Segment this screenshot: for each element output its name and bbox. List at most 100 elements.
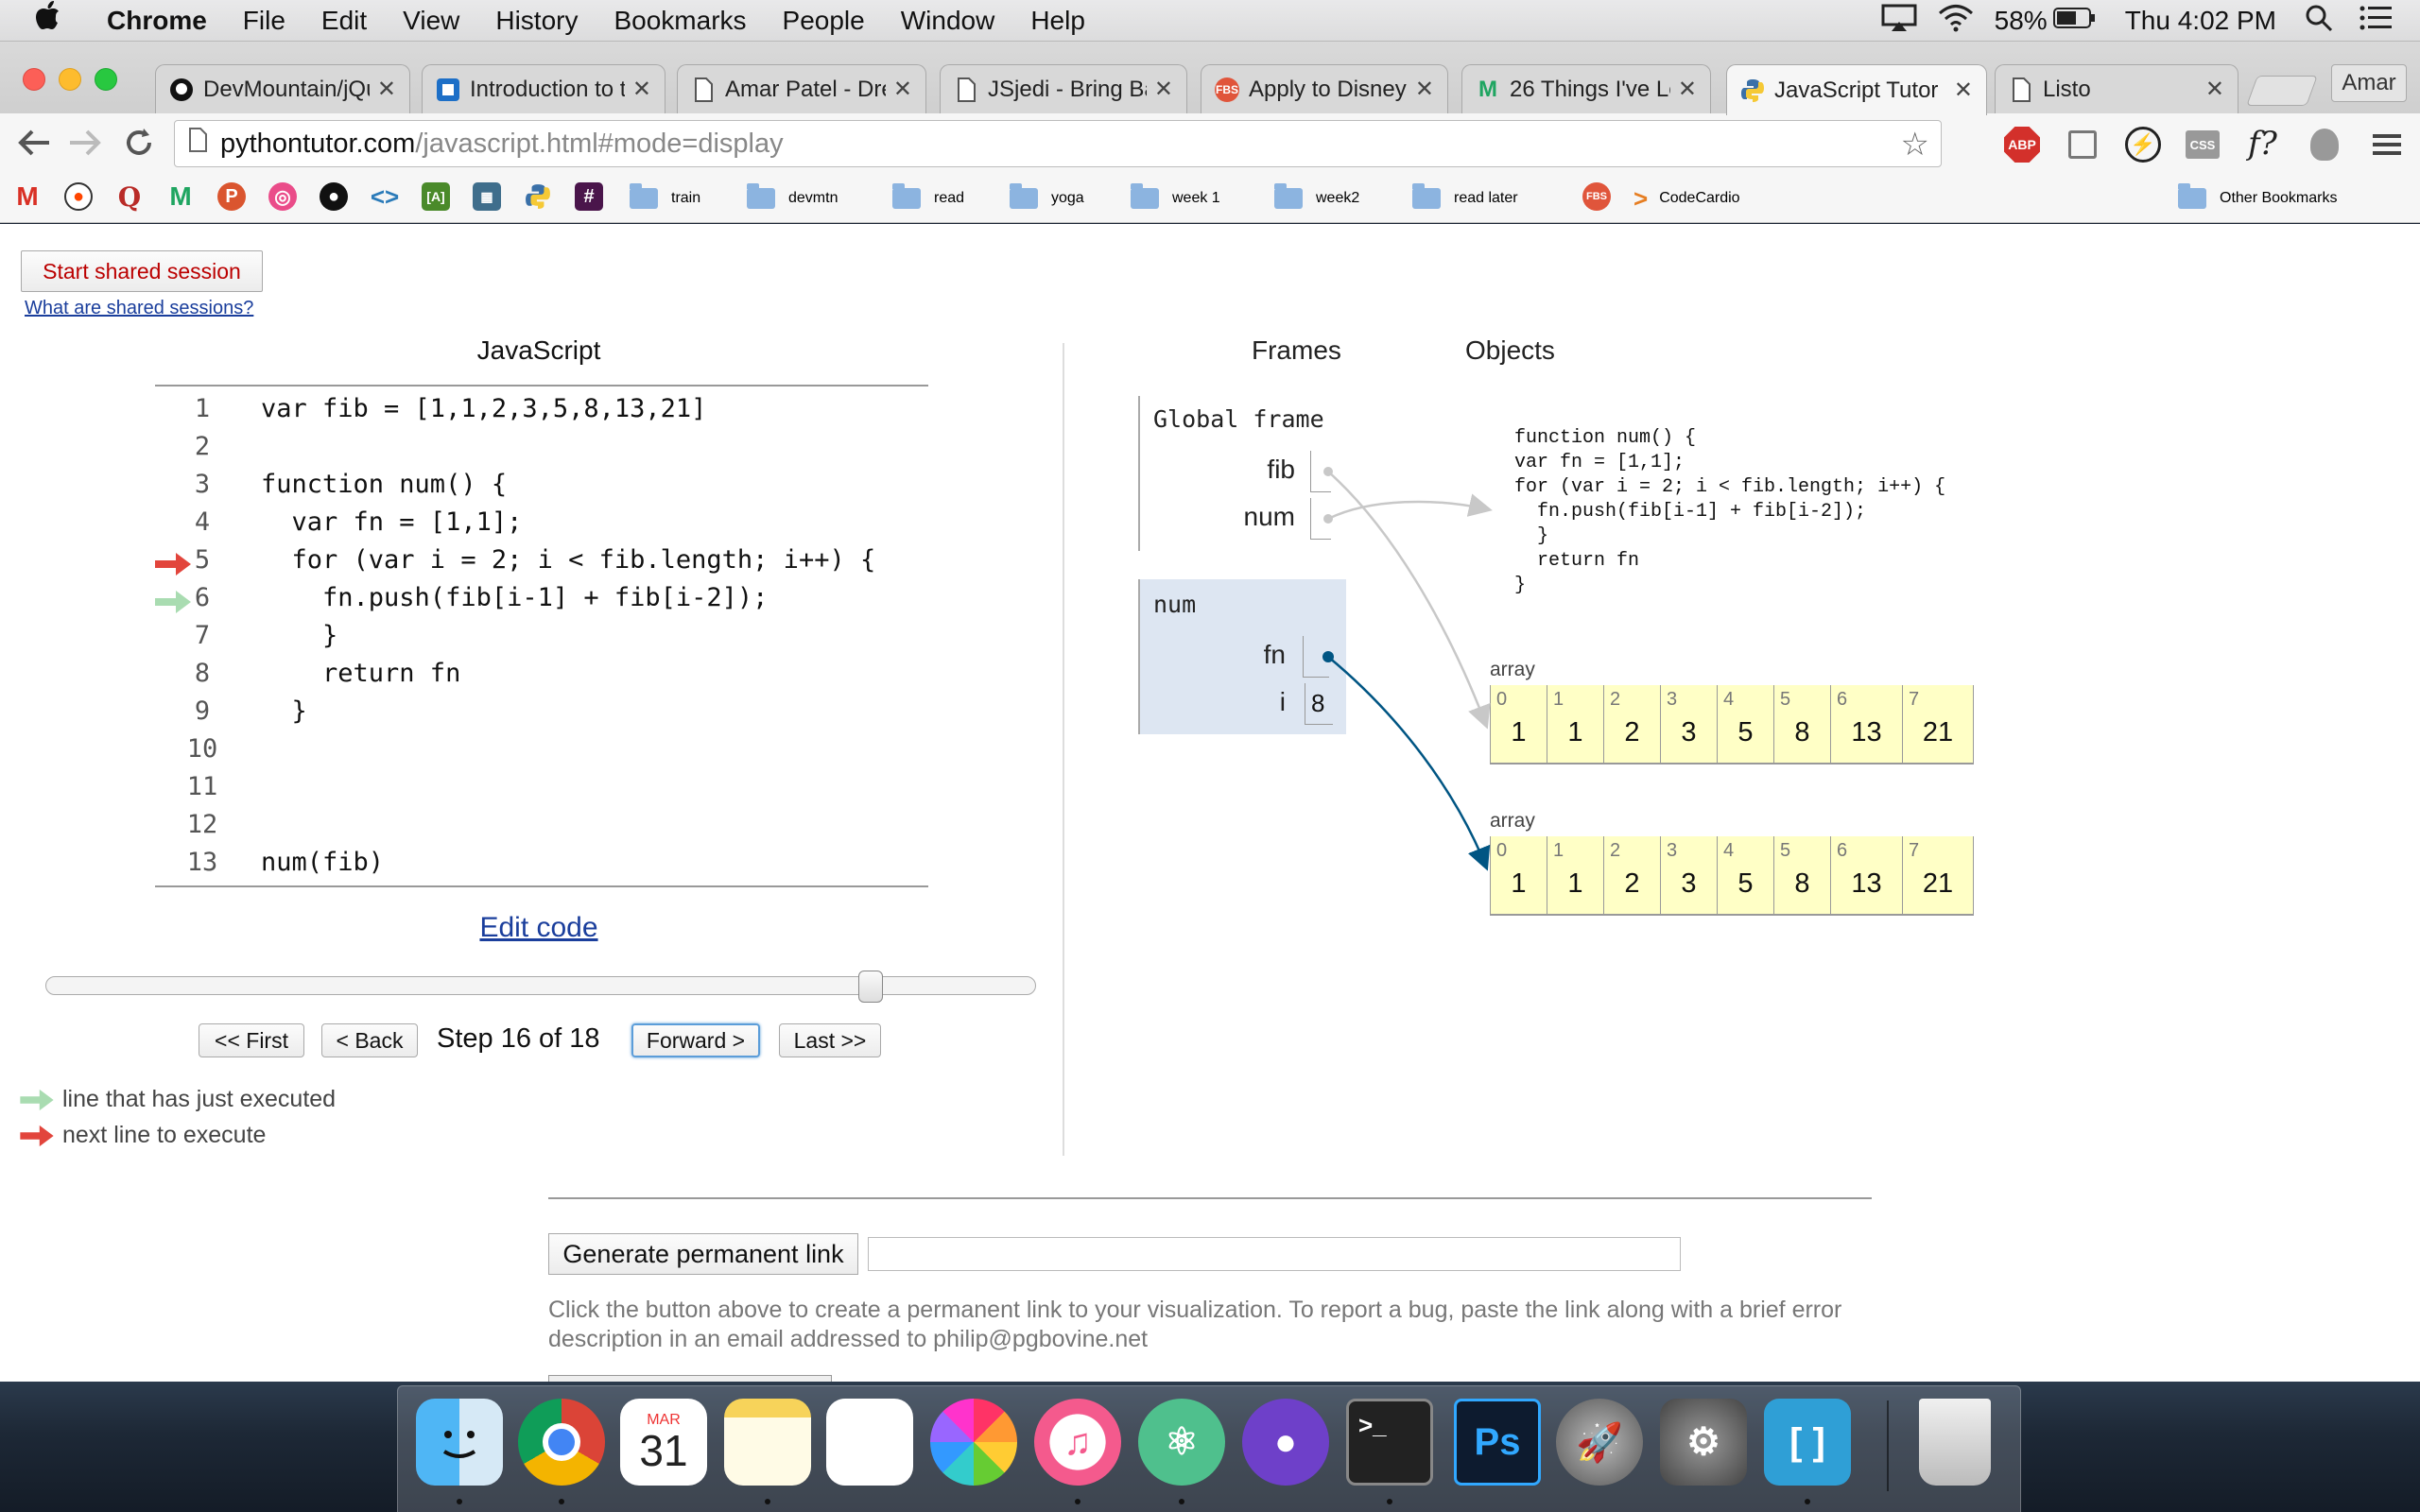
bookmark-folder-devmtn[interactable]: devmtn <box>747 181 838 215</box>
dock-running-indicator <box>1075 1499 1080 1504</box>
new-tab-button[interactable] <box>2246 76 2318 106</box>
photos-icon[interactable] <box>930 1399 1017 1486</box>
notes-icon[interactable] <box>724 1399 811 1486</box>
bookmark-folder-yoga[interactable]: yoga <box>1010 181 1084 215</box>
close-window-button[interactable] <box>23 68 45 91</box>
back-arrow-icon[interactable] <box>17 127 51 163</box>
close-tab-icon[interactable]: ✕ <box>1154 76 1173 103</box>
page-icon <box>188 128 207 160</box>
whatfont-icon[interactable]: f? <box>2248 125 2277 163</box>
menu-bookmarks[interactable]: Bookmarks <box>596 0 764 42</box>
close-tab-icon[interactable]: ✕ <box>1954 77 1973 104</box>
tab-26-things[interactable]: M 26 Things I've Le ✕ <box>1461 64 1711 113</box>
airplay-icon[interactable] <box>1881 4 1919 39</box>
wifi-icon[interactable] <box>1938 4 1976 39</box>
folder-icon <box>747 183 775 209</box>
other-bookmarks[interactable]: Other Bookmarks <box>2178 181 2337 215</box>
medium-bookmark-icon[interactable]: M <box>166 181 195 211</box>
tab-jsjedi[interactable]: JSjedi - Bring Ba ✕ <box>940 64 1187 113</box>
atom-icon[interactable]: ⚛ <box>1138 1399 1225 1486</box>
apple-icon[interactable] <box>0 0 89 42</box>
chrome-icon[interactable] <box>518 1399 605 1486</box>
folder-icon <box>1412 183 1441 209</box>
clock[interactable]: Thu 4:02 PM <box>2125 0 2305 42</box>
extension-bolt-icon[interactable]: ⚡ <box>2125 127 2161 163</box>
generate-permanent-link-button[interactable]: Generate permanent link <box>548 1233 858 1275</box>
tab-apply-disney[interactable]: FBS Apply to Disney ✕ <box>1201 64 1448 113</box>
bookmark-star-icon[interactable]: ☆ <box>1901 129 1929 161</box>
bookmark-folder-read-later[interactable]: read later <box>1412 181 1518 215</box>
terminal-icon[interactable]: >_ <box>1346 1399 1433 1486</box>
gmail-icon[interactable]: M <box>13 181 42 211</box>
tab-introduction[interactable]: Introduction to th ✕ <box>422 64 666 113</box>
fbs-icon: FBS <box>1215 77 1239 102</box>
close-tab-icon[interactable]: ✕ <box>1678 76 1697 103</box>
python-bookmark-icon[interactable] <box>524 182 552 211</box>
close-tab-icon[interactable]: ✕ <box>2205 76 2224 103</box>
github-bookmark-icon[interactable]: ● <box>320 182 348 211</box>
spotlight-search-icon[interactable] <box>2305 4 2333 39</box>
tab-title: DevMountain/jQu <box>203 76 370 102</box>
dock-separator <box>1887 1400 1889 1491</box>
producthunt-icon[interactable]: P <box>217 182 246 211</box>
reload-icon[interactable] <box>123 127 155 163</box>
github-desktop-icon[interactable]: ● <box>1242 1399 1329 1486</box>
tab-devmountain[interactable]: DevMountain/jQu ✕ <box>155 64 410 113</box>
finder-icon[interactable] <box>416 1399 503 1486</box>
bookmark-codecardio[interactable]: > CodeCardio <box>1634 181 1740 215</box>
photoshop-icon[interactable]: Ps <box>1454 1399 1541 1486</box>
profile-button[interactable]: Amar <box>2331 64 2407 102</box>
menu-view[interactable]: View <box>385 0 477 42</box>
atom-bookmark-icon[interactable]: [A] <box>422 182 450 211</box>
address-bar[interactable]: pythontutor.com/javascript.html#mode=dis… <box>174 120 1942 167</box>
bookmark-folder-train[interactable]: train <box>630 181 700 215</box>
menu-file[interactable]: File <box>225 0 303 42</box>
itunes-icon[interactable]: ♫ <box>1034 1399 1121 1486</box>
dock-running-indicator <box>1179 1499 1184 1504</box>
brackets-icon[interactable]: [ ] <box>1764 1399 1851 1486</box>
menu-bar: Chrome File Edit View History Bookmarks … <box>0 0 2420 42</box>
menu-people[interactable]: People <box>765 0 883 42</box>
extension-copy-icon[interactable] <box>2068 130 2097 159</box>
bookmark-folder-week2[interactable]: week2 <box>1274 181 1359 215</box>
notification-center-icon[interactable] <box>2360 5 2392 38</box>
calendar-icon[interactable]: MAR 31 <box>620 1399 707 1486</box>
dribbble-icon[interactable]: ◎ <box>268 182 297 211</box>
bookmark-folder-week1[interactable]: week 1 <box>1131 181 1220 215</box>
launchpad-icon[interactable]: 🚀 <box>1556 1399 1643 1486</box>
menu-edit[interactable]: Edit <box>303 0 385 42</box>
blocks-bookmark-icon[interactable]: ▦ <box>473 182 501 211</box>
menu-window[interactable]: Window <box>883 0 1013 42</box>
close-tab-icon[interactable]: ✕ <box>632 76 651 103</box>
permalink-url-field[interactable] <box>868 1237 1681 1271</box>
bookmark-folder-read[interactable]: read <box>892 181 964 215</box>
bug-extension-icon[interactable] <box>2310 129 2339 161</box>
close-tab-icon[interactable]: ✕ <box>377 76 396 103</box>
reddit-icon[interactable]: ● <box>64 182 93 211</box>
bookmark-label: yoga <box>1051 190 1084 206</box>
chrome-menu-icon[interactable] <box>2373 132 2401 162</box>
forward-arrow-icon[interactable] <box>68 127 102 163</box>
battery-icon[interactable] <box>2052 6 2097 36</box>
menu-help[interactable]: Help <box>1012 0 1103 42</box>
code-bookmark-icon[interactable]: <> <box>371 182 399 211</box>
folder-icon <box>892 183 921 209</box>
system-preferences-icon[interactable]: ⚙ <box>1660 1399 1747 1486</box>
close-tab-icon[interactable]: ✕ <box>1415 76 1434 103</box>
tab-amar-patel[interactable]: Amar Patel - Drea ✕ <box>677 64 926 113</box>
quora-icon[interactable]: Q <box>115 181 144 213</box>
css-extension-icon[interactable]: CSS <box>2186 130 2220 159</box>
zoom-window-button[interactable] <box>95 68 117 91</box>
reminders-icon[interactable] <box>826 1399 913 1486</box>
fbs-bookmark-icon[interactable]: FBS <box>1582 182 1611 211</box>
python-icon <box>1740 78 1765 103</box>
trash-icon[interactable] <box>1919 1399 1991 1486</box>
folder-icon <box>1131 183 1159 209</box>
tab-javascript-tutor[interactable]: JavaScript Tutor ✕ <box>1726 64 1987 115</box>
tab-listo[interactable]: Listo ✕ <box>1995 64 2238 113</box>
minimize-window-button[interactable] <box>59 68 81 91</box>
menu-app-name[interactable]: Chrome <box>89 0 225 42</box>
slack-bookmark-icon[interactable]: # <box>575 182 603 211</box>
menu-history[interactable]: History <box>477 0 596 42</box>
close-tab-icon[interactable]: ✕ <box>893 76 912 103</box>
